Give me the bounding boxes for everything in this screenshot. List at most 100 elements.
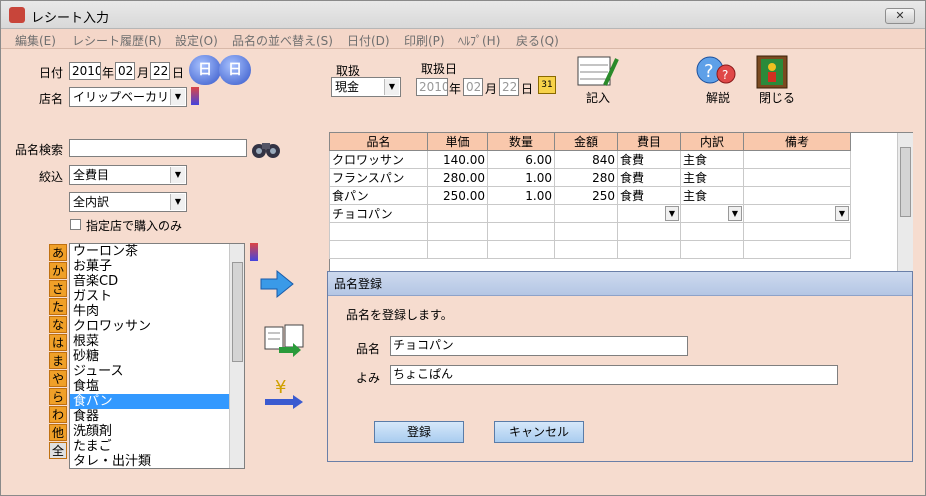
record-icon[interactable]: [577, 55, 619, 93]
handling-day-input[interactable]: 22: [499, 78, 519, 96]
empty-cell[interactable]: [329, 222, 428, 241]
cell-breakdown[interactable]: 主食: [680, 150, 744, 169]
empty-cell[interactable]: [487, 222, 555, 241]
col-header-notes[interactable]: 備考: [743, 132, 851, 151]
list-item[interactable]: 洗顔剤: [70, 424, 244, 439]
list-item[interactable]: 音楽CD: [70, 274, 244, 289]
day-input[interactable]: 22: [150, 62, 170, 80]
calendar-icon[interactable]: 31: [538, 76, 556, 94]
menu-print[interactable]: 印刷(P): [404, 32, 445, 49]
cell-price[interactable]: 250.00: [427, 186, 488, 205]
col-header-category[interactable]: 費目: [617, 132, 681, 151]
table-row[interactable]: チョコパン ▼ ▼ ▼: [329, 204, 851, 223]
menu-receipt-history[interactable]: レシート履歴(R): [72, 32, 162, 49]
yen-add-icon[interactable]: ¥: [263, 375, 307, 409]
close-window-button[interactable]: ✕: [885, 8, 915, 24]
kana-ta[interactable]: た: [49, 298, 67, 315]
cell-notes[interactable]: [743, 168, 851, 187]
exit-door-icon[interactable]: [753, 54, 793, 92]
cell-breakdown-dropdown[interactable]: ▼: [680, 204, 744, 223]
cell-qty[interactable]: [487, 204, 555, 223]
menu-edit[interactable]: 編集(E): [15, 32, 56, 49]
menu-help[interactable]: ﾍﾙﾌﾟ(H): [458, 32, 500, 49]
handling-month-input[interactable]: 02: [463, 78, 483, 96]
handling-year-input[interactable]: 2010: [416, 78, 448, 96]
list-item[interactable]: たまご: [70, 439, 244, 454]
list-item[interactable]: 砂糖: [70, 349, 244, 364]
cell-category[interactable]: 食費: [617, 168, 681, 187]
list-scrollbar[interactable]: [229, 244, 244, 468]
right-arrow-icon[interactable]: [259, 269, 295, 299]
cell-qty[interactable]: 1.00: [487, 168, 555, 187]
cell-price[interactable]: 280.00: [427, 168, 488, 187]
register-button[interactable]: 登録: [374, 421, 464, 443]
grid-scrollbar[interactable]: [897, 133, 913, 271]
cell-amount[interactable]: 840: [554, 150, 618, 169]
empty-cell[interactable]: [680, 240, 744, 259]
empty-cell[interactable]: [617, 240, 681, 259]
cell-notes[interactable]: [743, 150, 851, 169]
handling-select[interactable]: 現金 ▼: [331, 77, 401, 97]
kana-ma[interactable]: ま: [49, 352, 67, 369]
cell-notes-dropdown[interactable]: ▼: [743, 204, 851, 223]
kana-other[interactable]: 他: [49, 424, 67, 441]
table-row[interactable]: フランスパン 280.00 1.00 280 食費 主食: [329, 168, 851, 187]
kana-ka[interactable]: か: [49, 262, 67, 279]
cell-item[interactable]: 食パン: [329, 186, 428, 205]
list-transfer-icon[interactable]: [263, 323, 307, 357]
breakdown-filter-select[interactable]: 全内訳 ▼: [69, 192, 187, 212]
cell-breakdown[interactable]: 主食: [680, 186, 744, 205]
empty-cell[interactable]: [680, 222, 744, 241]
binoculars-icon[interactable]: [251, 137, 281, 161]
menu-sort-items[interactable]: 品名の並べ替え(S): [232, 32, 333, 49]
col-header-amount[interactable]: 金額: [554, 132, 618, 151]
year-input[interactable]: 2010: [69, 62, 101, 80]
empty-cell[interactable]: [329, 240, 428, 259]
month-input[interactable]: 02: [115, 62, 135, 80]
cancel-button[interactable]: キャンセル: [494, 421, 584, 443]
col-header-price[interactable]: 単価: [427, 132, 488, 151]
kana-ya[interactable]: や: [49, 370, 67, 387]
kana-ra[interactable]: ら: [49, 388, 67, 405]
item-list[interactable]: ウーロン茶 お菓子 音楽CD ガスト 牛肉 クロワッサン 根菜 砂糖 ジュース …: [69, 243, 245, 469]
table-row[interactable]: 食パン 250.00 1.00 250 食費 主食: [329, 186, 851, 205]
empty-cell[interactable]: [617, 222, 681, 241]
cell-item[interactable]: クロワッサン: [329, 150, 428, 169]
category-filter-select[interactable]: 全費目 ▼: [69, 165, 187, 185]
cell-qty[interactable]: 6.00: [487, 150, 555, 169]
list-item[interactable]: ガスト: [70, 289, 244, 304]
cell-amount[interactable]: [554, 204, 618, 223]
menu-back[interactable]: 戻る(Q): [516, 32, 559, 49]
list-item[interactable]: ジュース: [70, 364, 244, 379]
kana-sa[interactable]: さ: [49, 280, 67, 297]
item-name-input[interactable]: チョコパン: [390, 336, 688, 356]
empty-cell[interactable]: [743, 222, 851, 241]
empty-cell[interactable]: [743, 240, 851, 259]
list-color-icon[interactable]: [250, 243, 258, 261]
list-item-selected[interactable]: 食パン: [70, 394, 244, 409]
kana-ha[interactable]: は: [49, 334, 67, 351]
cell-breakdown[interactable]: 主食: [680, 168, 744, 187]
list-item[interactable]: お菓子: [70, 259, 244, 274]
list-item[interactable]: 食器: [70, 409, 244, 424]
cell-category[interactable]: 食費: [617, 150, 681, 169]
chevron-down-icon[interactable]: ▼: [728, 206, 742, 221]
search-input[interactable]: [69, 139, 247, 157]
store-color-icon[interactable]: [191, 87, 199, 105]
cell-item[interactable]: フランスパン: [329, 168, 428, 187]
list-item[interactable]: 食塩: [70, 379, 244, 394]
kana-all[interactable]: 全: [49, 442, 67, 459]
cell-item[interactable]: チョコパン: [329, 204, 428, 223]
table-row[interactable]: クロワッサン 140.00 6.00 840 食費 主食: [329, 150, 851, 169]
cell-price[interactable]: 140.00: [427, 150, 488, 169]
store-select[interactable]: イリップベーカリー ▼: [69, 87, 187, 107]
list-item[interactable]: クロワッサン: [70, 319, 244, 334]
col-header-breakdown[interactable]: 内訳: [680, 132, 744, 151]
scroll-thumb[interactable]: [232, 262, 243, 362]
empty-cell[interactable]: [427, 240, 488, 259]
menu-settings[interactable]: 設定(O): [175, 32, 218, 49]
empty-cell[interactable]: [487, 240, 555, 259]
only-store-checkbox[interactable]: [70, 219, 81, 230]
help-icon[interactable]: ??: [696, 54, 736, 92]
next-day-button[interactable]: 日: [219, 55, 251, 85]
